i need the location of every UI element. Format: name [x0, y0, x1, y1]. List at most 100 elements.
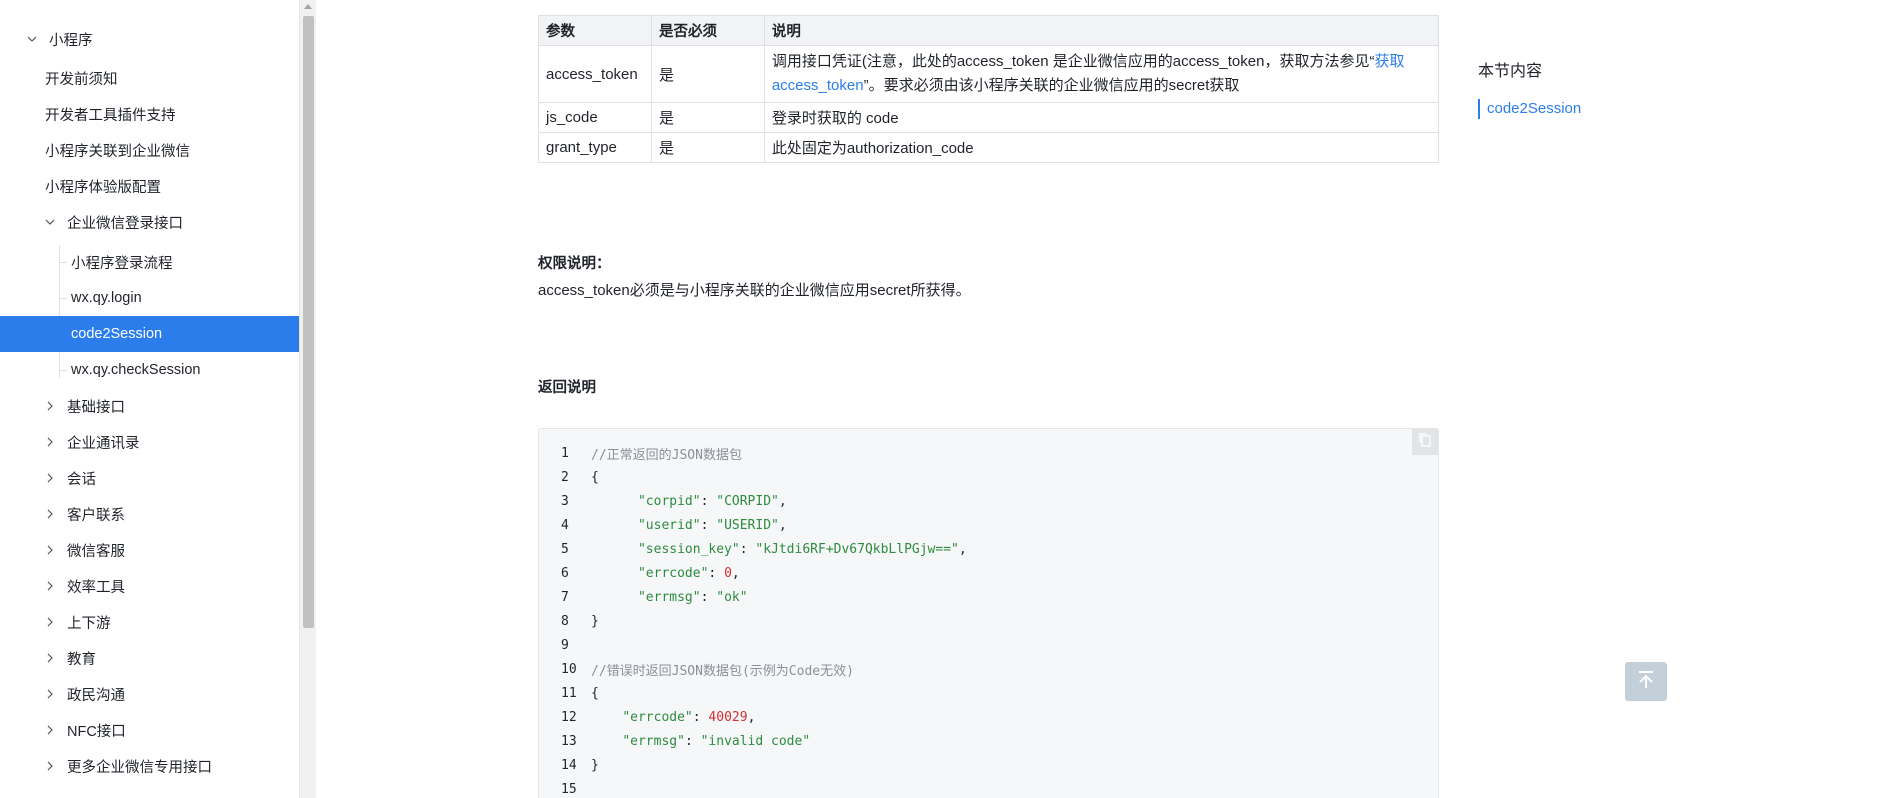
code-line-number: 1 [561, 445, 569, 461]
toc-item-code2session[interactable]: code2Session [1478, 99, 1581, 119]
chevron-right-icon [45, 509, 59, 519]
sidebar-item-wechat-kf[interactable]: 微信客服 [0, 532, 299, 568]
arrow-up-to-top-icon [1634, 668, 1658, 695]
sidebar-item-upstream[interactable]: 上下游 [0, 604, 299, 640]
code-line-number: 10 [561, 661, 577, 677]
code-text: { [591, 469, 599, 485]
chevron-right-icon [45, 473, 59, 483]
sidebar-item-customer[interactable]: 客户联系 [0, 496, 299, 532]
param-desc: 此处固定为authorization_code [763, 132, 1440, 163]
code-line-number: 2 [561, 469, 569, 485]
code-line-number: 13 [561, 733, 577, 749]
sidebar-scrollbar[interactable] [299, 0, 316, 798]
param-required: 是 [650, 102, 765, 133]
code-line: 7 "errmsg": "ok" [539, 585, 748, 609]
code-text: //正常返回的JSON数据包 [591, 447, 742, 463]
param-name: js_code [538, 102, 652, 133]
sidebar-item-label: wx.qy.checkSession [71, 362, 201, 378]
code-text: { [591, 685, 599, 701]
code-line: 10 //错误时返回JSON数据包(示例为Code无效) [539, 657, 854, 681]
sidebar-item-login-api[interactable]: 企业微信登录接口 [0, 204, 299, 240]
back-to-top-button[interactable] [1625, 662, 1667, 701]
copy-button[interactable] [1412, 429, 1438, 455]
chevron-right-icon [45, 545, 59, 555]
sidebar-item-gov[interactable]: 政民沟通 [0, 676, 299, 712]
sidebar-item-basic-api[interactable]: 基础接口 [0, 388, 299, 424]
table-row: grant_type 是 此处固定为authorization_code [538, 132, 1440, 163]
code-block: 1//正常返回的JSON数据包 2{3 "corpid": "CORPID", 4 … [538, 428, 1439, 798]
code-line-number: 8 [561, 613, 569, 629]
permission-title: 权限说明： [538, 256, 611, 272]
sidebar-item-chat[interactable]: 会话 [0, 460, 299, 496]
sidebar-item-wx-qy-login[interactable]: wx.qy.login [0, 280, 299, 316]
param-desc-text: 调用接口凭证(注意，此处的access_token 是企业微信应用的access… [771, 53, 1375, 70]
code-line-number: 5 [561, 541, 569, 557]
main-content: 参数 是否必须 说明 access_token 是 调用接口凭证(注意，此处的a… [316, 0, 1889, 798]
sidebar-item-label: 效率工具 [67, 579, 125, 596]
code-line: 6 "errcode": 0, [539, 561, 740, 585]
sidebar-item-label: 上下游 [67, 615, 111, 632]
code-line-number: 7 [561, 589, 569, 605]
scrollbar-thumb[interactable] [303, 16, 314, 628]
sidebar-item-label: 小程序体验版配置 [45, 179, 161, 196]
table-header: 参数 [538, 15, 652, 46]
sidebar-item-label: 客户联系 [67, 507, 125, 524]
sidebar-item-label: 微信客服 [67, 543, 125, 560]
code-line: 15 [539, 777, 591, 798]
code-line: 4 "userid": "USERID", [539, 513, 787, 537]
code-line-number: 14 [561, 757, 577, 773]
table-row: js_code 是 登录时获取的 code [538, 102, 1440, 133]
sidebar-item-efficiency[interactable]: 效率工具 [0, 568, 299, 604]
code-line: 12 "errcode": 40029, [539, 705, 755, 729]
sidebar-item-code2session[interactable]: code2Session [0, 316, 299, 352]
code-line: 8} [539, 609, 599, 633]
code-line-number: 6 [561, 565, 569, 581]
sidebar-item-contacts[interactable]: 企业通讯录 [0, 424, 299, 460]
sidebar-item-label: 小程序关联到企业微信 [45, 143, 190, 160]
sidebar-item-nfc[interactable]: NFC接口 [0, 712, 299, 748]
code-text: "errmsg": "invalid code" [622, 733, 811, 749]
code-text: "errcode": 40029, [622, 709, 756, 725]
chevron-right-icon [45, 725, 59, 735]
chevron-down-icon [45, 217, 59, 227]
chevron-right-icon [45, 401, 59, 411]
params-table: 参数 是否必须 说明 access_token 是 调用接口凭证(注意，此处的a… [538, 15, 1440, 163]
chevron-down-icon [27, 34, 41, 44]
chevron-right-icon [45, 653, 59, 663]
sidebar-item-label: 企业通讯录 [67, 435, 140, 452]
sidebar-item-label: 开发前须知 [45, 71, 118, 88]
code-line: 1 //正常返回的JSON数据包 [539, 441, 742, 465]
sidebar-item-login-flow[interactable]: 小程序登录流程 [0, 244, 299, 280]
param-name: access_token [538, 45, 652, 103]
sidebar-item-education[interactable]: 教育 [0, 640, 299, 676]
code-line: 2{ [539, 465, 599, 489]
sidebar-item-trial-config[interactable]: 小程序体验版配置 [0, 168, 299, 204]
return-section-title: 返回说明 [538, 380, 596, 396]
chevron-right-icon [45, 761, 59, 771]
sidebar-item-label: 小程序登录流程 [71, 255, 173, 272]
sidebar-item-more-apis[interactable]: 更多企业微信专用接口 [0, 748, 299, 784]
code-line: 5 "session_key": "kJtdi6RF+Dv67QkbLlPGjw… [539, 537, 967, 561]
sidebar-item-dev-notice[interactable]: 开发前须知 [0, 60, 299, 96]
copy-icon [1417, 432, 1433, 452]
param-desc-text: ”。要求必须由该小程序关联的企业微信应用的secret获取 [863, 77, 1240, 94]
code-line: 3 "corpid": "CORPID", [539, 489, 787, 513]
sidebar-item-label: code2Session [71, 326, 163, 342]
table-header-row: 参数 是否必须 说明 [538, 15, 1440, 46]
code-line-number: 9 [561, 637, 569, 653]
scroll-up-arrow-icon[interactable] [304, 4, 312, 9]
sidebar-item-link-wecom[interactable]: 小程序关联到企业微信 [0, 132, 299, 168]
toc-title: 本节内容 [1478, 63, 1543, 80]
sidebar-item-devtools-plugin[interactable]: 开发者工具插件支持 [0, 96, 299, 132]
code-line-number: 11 [561, 685, 577, 701]
code-text: //错误时返回JSON数据包(示例为Code无效) [591, 663, 854, 679]
sidebar-item-mini-program[interactable]: 小程序 [0, 21, 299, 57]
table-row: access_token 是 调用接口凭证(注意，此处的access_token… [538, 45, 1440, 103]
param-required: 是 [650, 45, 765, 103]
chevron-right-icon [45, 437, 59, 447]
param-required: 是 [650, 132, 765, 163]
sidebar-item-check-session[interactable]: wx.qy.checkSession [0, 352, 299, 388]
sidebar-item-label: 基础接口 [67, 399, 125, 416]
sidebar-item-label: NFC接口 [67, 723, 126, 740]
code-line: 13 "errmsg": "invalid code" [539, 729, 810, 753]
